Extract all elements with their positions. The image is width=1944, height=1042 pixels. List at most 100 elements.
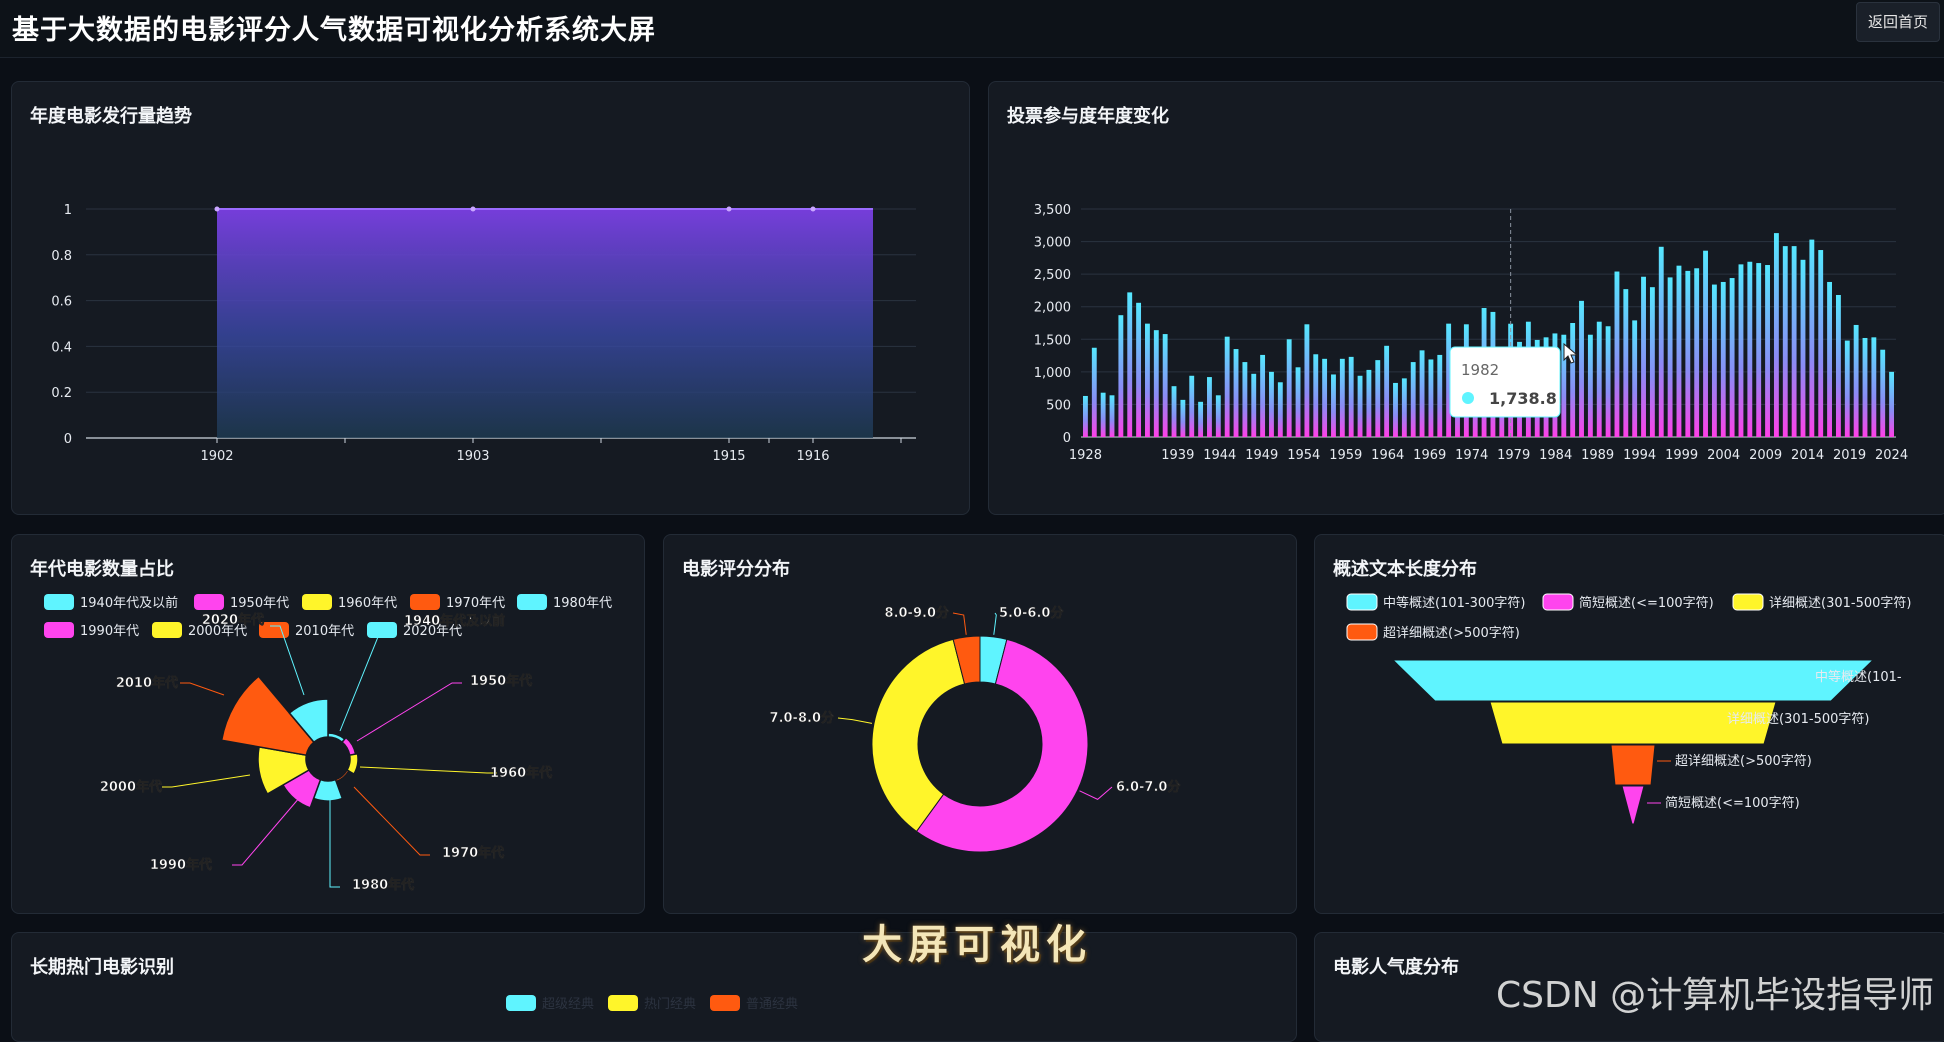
- tooltip-label: 1982: [1461, 361, 1499, 379]
- long-hot-legend: 超级经典 热门经典 普通经典: [506, 995, 798, 1012]
- y-tick-label: 0.4: [51, 340, 72, 355]
- vote-bar: [1162, 334, 1168, 437]
- vote-bar: [1295, 367, 1301, 437]
- rose-leader-line: [356, 682, 462, 742]
- y-tick-label: 0: [1063, 431, 1071, 446]
- x-tick-label: 1979: [1497, 448, 1530, 463]
- y-tick-label: 0.2: [51, 386, 72, 401]
- csdn-watermark: CSDN @计算机毕设指导师: [1496, 975, 1935, 1016]
- vote-bar: [1260, 354, 1266, 437]
- vote-bar: [1251, 373, 1257, 437]
- vote-bar: [1605, 326, 1611, 437]
- decade-rose-chart[interactable]: 1940年代及以前 1950年代 1960年代 1970年代 1980年代 1990年代 2…: [12, 535, 644, 913]
- rose-label: 1950年代: [470, 673, 532, 689]
- rose-label: 2000年代: [100, 779, 162, 795]
- vote-bar: [1091, 347, 1097, 437]
- y-tick-label: 0.6: [51, 295, 72, 310]
- release-point: [726, 206, 732, 212]
- decade-share-panel: 年代电影数量占比 1940年代及以前 1950年代 1960年代 1970年代 1980…: [11, 534, 645, 914]
- vote-bar: [1366, 369, 1372, 437]
- legend-swatch: [1542, 593, 1574, 611]
- vote-bar: [1587, 334, 1593, 437]
- x-tick-label: 1964: [1371, 448, 1404, 463]
- vote-bar: [1729, 278, 1735, 437]
- legend-label: 普通经典: [746, 997, 798, 1012]
- rose-leader-line: [232, 796, 301, 866]
- legend-label: 超详细概述(>500字符): [1383, 625, 1520, 641]
- x-tick-label: 1984: [1539, 448, 1572, 463]
- tooltip-value: 1,738.8: [1489, 389, 1557, 408]
- x-tick-label: 1916: [796, 449, 829, 464]
- y-tick-label: 2,500: [1034, 268, 1071, 283]
- vote-bar: [1703, 250, 1708, 437]
- vote-bar: [1632, 320, 1638, 437]
- funnel-label: 详细概述(301-500字符): [1727, 711, 1869, 727]
- legend-swatch: [44, 622, 74, 638]
- vote-bar: [1419, 350, 1425, 437]
- x-tick-label: 1994: [1623, 448, 1656, 463]
- vote-bar: [1339, 358, 1345, 437]
- vote-bar: [1286, 339, 1292, 437]
- x-tick-label: 2019: [1833, 448, 1866, 463]
- rose-label: 1990年代: [150, 857, 212, 873]
- y-tick-label: 3,500: [1034, 203, 1071, 218]
- summary-length-panel: 概述文本长度分布 中等概述(101-300字符) 简短概述(<=100字符) 详细概…: [1314, 534, 1944, 914]
- vote-bar: [1623, 289, 1629, 437]
- x-tick-label: 1915: [712, 449, 745, 464]
- vote-bar: [1570, 323, 1576, 437]
- vote-bar: [1401, 378, 1407, 437]
- release-point: [470, 206, 476, 212]
- release-trend-chart[interactable]: 0 0.2 0.4 0.6 0.8 1 1902 1903 1915 1916: [12, 82, 969, 514]
- rose-label: 1970年代: [442, 845, 504, 861]
- legend-swatch: [1346, 623, 1378, 641]
- vote-bar: [1136, 302, 1142, 437]
- vote-bar: [1393, 382, 1398, 437]
- rose-sector: [334, 768, 350, 783]
- legend-label: 1960年代: [338, 596, 397, 611]
- donut-label: 8.0-9.0分: [885, 605, 949, 621]
- summary-funnel-chart[interactable]: 中等概述(101-300字符) 简短概述(<=100字符) 详细概述(301-500…: [1315, 535, 1944, 913]
- y-tick-label: 0.8: [51, 249, 72, 264]
- legend-label: 中等概述(101-300字符): [1383, 595, 1525, 611]
- vote-bar: [1676, 265, 1682, 437]
- donut-leader-line: [993, 612, 997, 635]
- donut-label: 7.0-8.0分: [770, 710, 834, 726]
- vote-bar: [1269, 371, 1274, 437]
- vote-bar: [1791, 246, 1797, 437]
- vote-trend-chart[interactable]: 0 500 1,000 1,500 2,000 2,500 3,000 3,500 1928 19…: [989, 82, 1944, 514]
- x-tick-label: 1954: [1287, 448, 1320, 463]
- home-button[interactable]: 返回首页: [1856, 2, 1940, 42]
- vote-bar: [1720, 281, 1726, 437]
- vote-bar: [1410, 362, 1416, 437]
- vote-bar: [1614, 271, 1620, 437]
- rating-donut-chart[interactable]: 5.0-6.0分 6.0-7.0分 7.0-8.0分 8.0-9.0分: [664, 535, 1296, 913]
- donut-leader-line: [837, 717, 873, 724]
- y-tick-label: 0: [64, 432, 72, 447]
- vote-bar: [1649, 287, 1655, 437]
- x-tick-label: 2014: [1791, 448, 1824, 463]
- vote-tooltip: 1982 1,738.8: [1449, 346, 1561, 418]
- vote-bar: [1127, 292, 1133, 437]
- donut-leader-line: [952, 612, 967, 635]
- x-tick-label: 2009: [1749, 448, 1782, 463]
- vote-bar: [1765, 265, 1770, 437]
- funnel-layer: [1621, 785, 1645, 825]
- vote-bar: [1596, 321, 1602, 437]
- legend-label: 1940年代及以前: [80, 595, 178, 611]
- vote-bar: [1871, 337, 1877, 437]
- long-hot-panel: 长期热门电影识别 超级经典 热门经典 普通经典: [11, 932, 1297, 1042]
- legend-label: 超级经典: [542, 997, 594, 1012]
- rose-leader-line: [339, 626, 392, 732]
- rose-leader-line: [359, 766, 497, 774]
- top-bar: 基于大数据的电影评分人气数据可视化分析系统大屏 返回首页: [0, 0, 1944, 58]
- vote-bar: [1313, 354, 1319, 437]
- vote-bar: [1685, 270, 1691, 437]
- x-tick-label: 1974: [1455, 448, 1488, 463]
- funnel-label: 中等概述(101-: [1815, 669, 1902, 685]
- people-pop-title: 电影人气度分布: [1333, 957, 1459, 978]
- rose-label: 1940年代及以前: [404, 613, 505, 629]
- legend-swatch: [506, 995, 536, 1011]
- legend-swatch: [194, 594, 224, 610]
- legend-swatch: [410, 594, 440, 610]
- vote-bar: [1747, 261, 1753, 437]
